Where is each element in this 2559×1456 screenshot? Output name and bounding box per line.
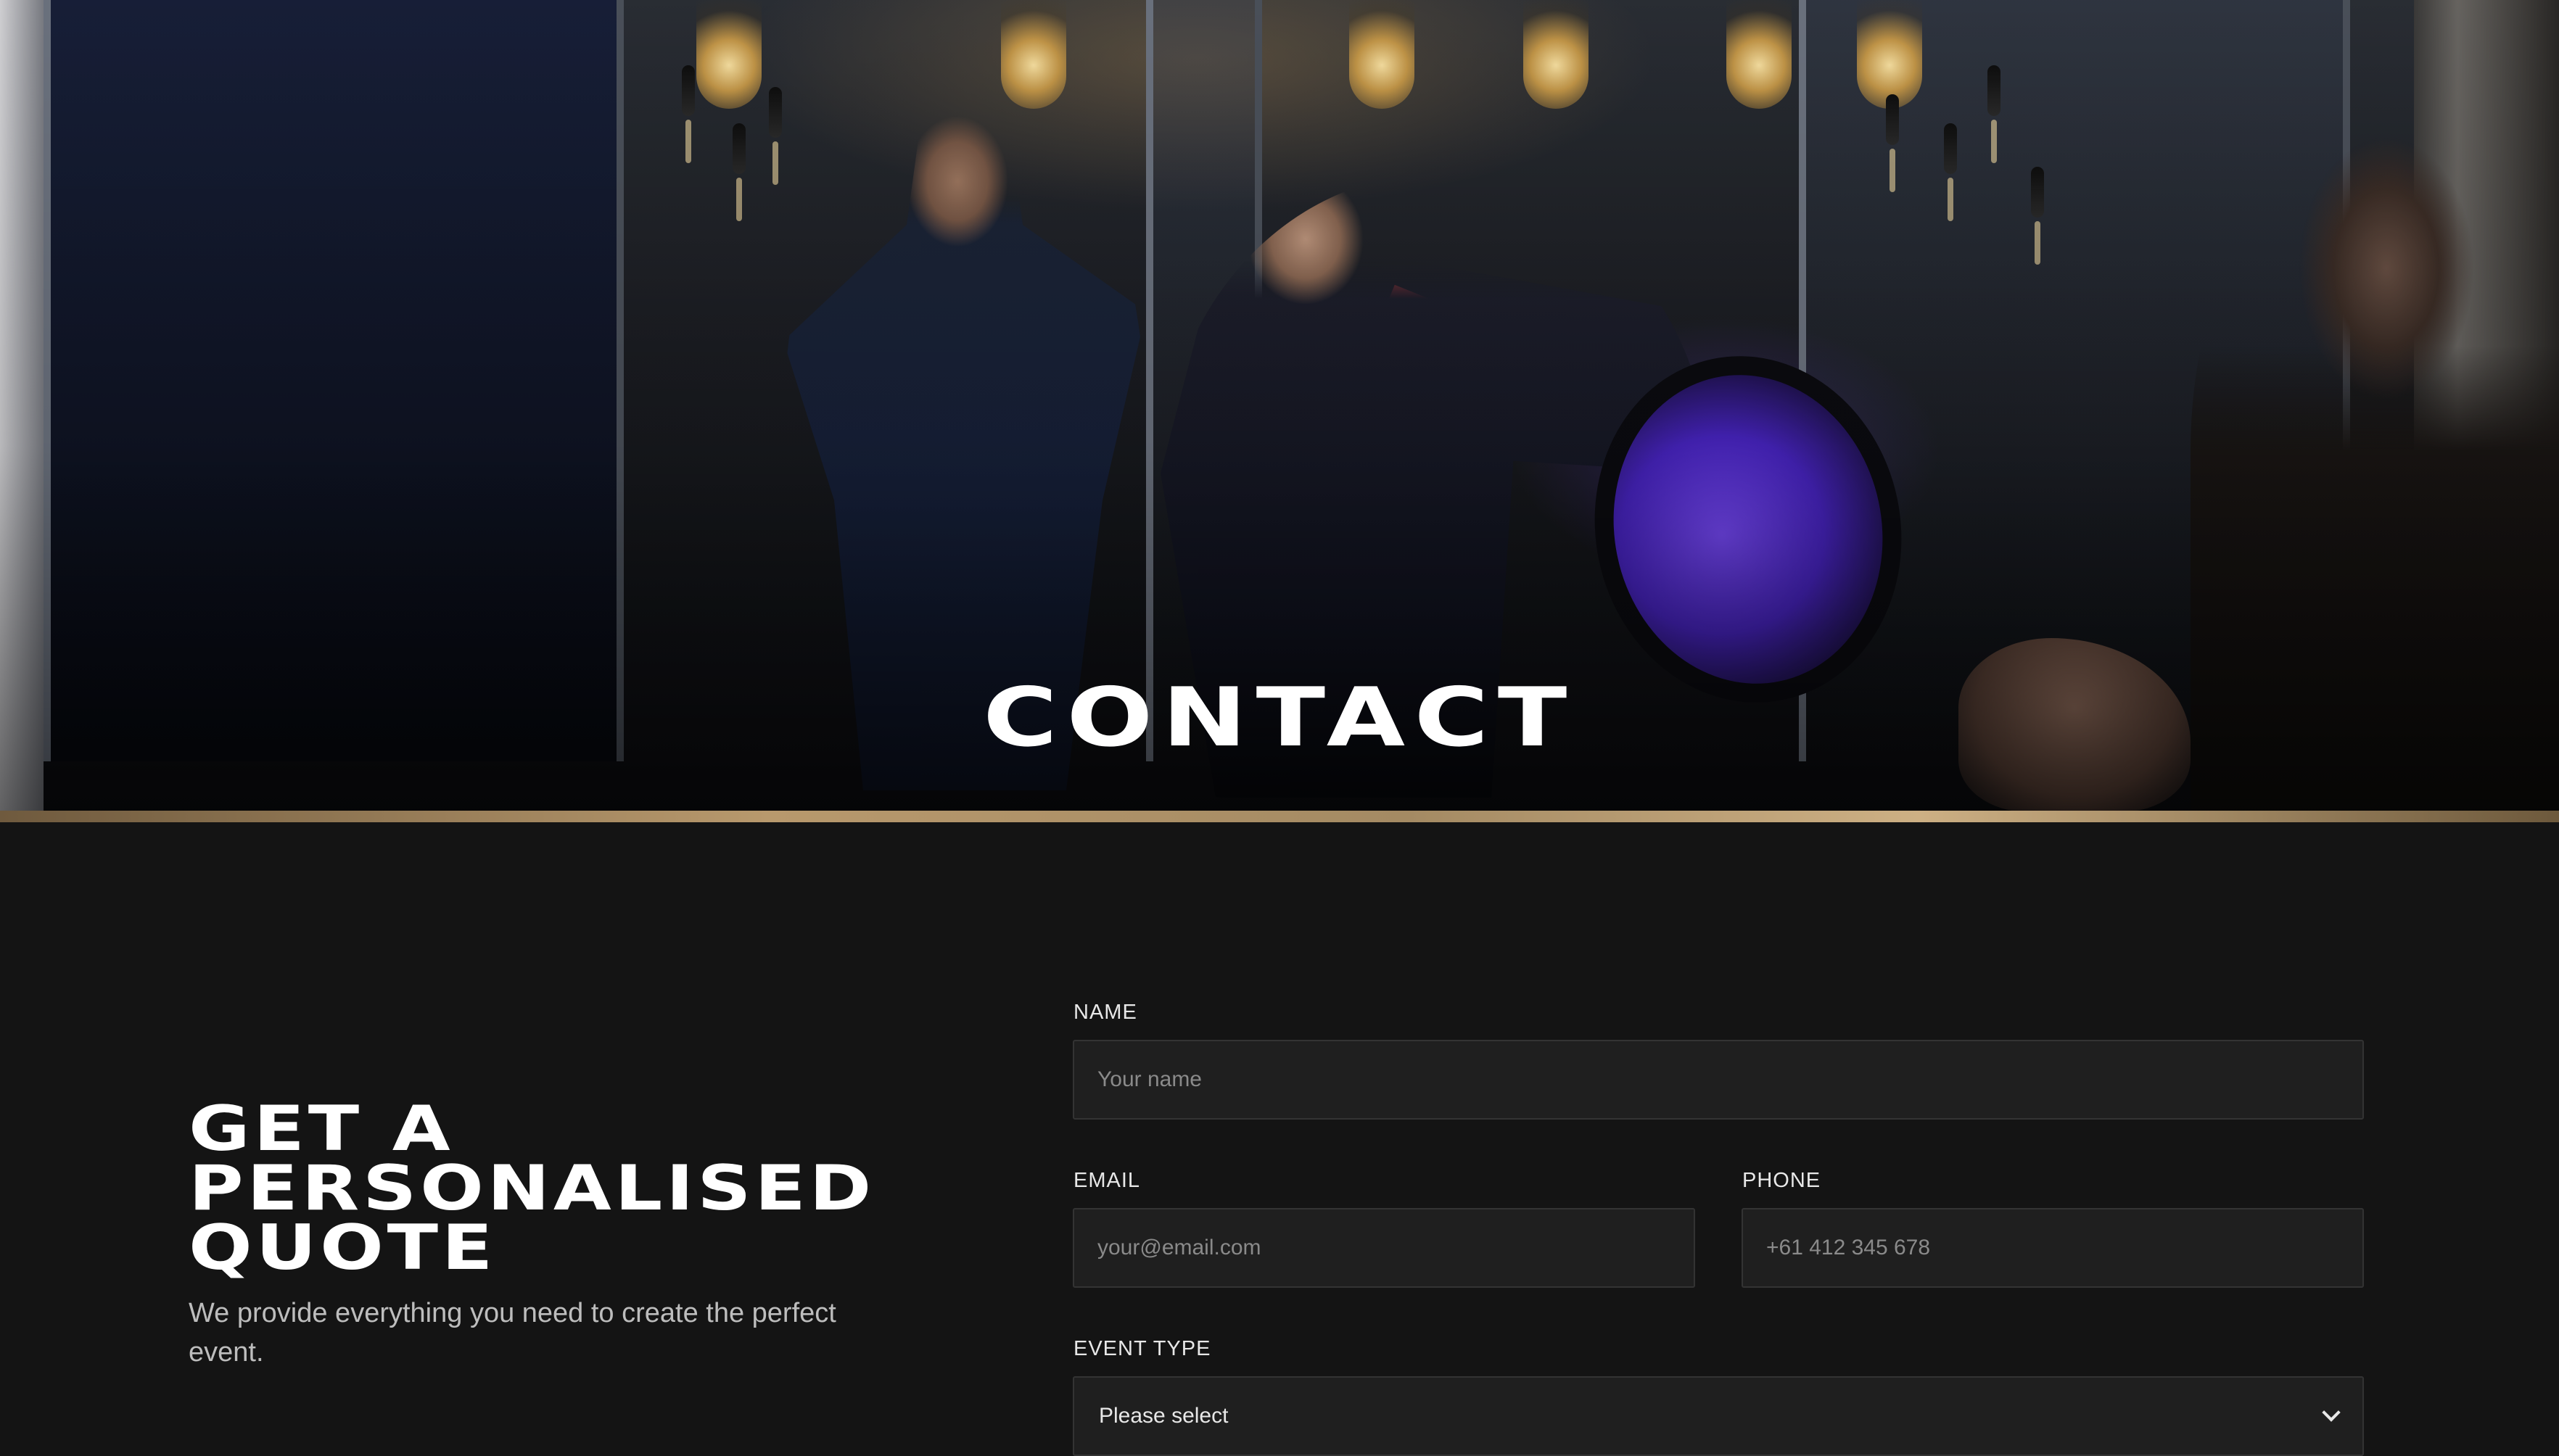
phone-label: PHONE (1742, 1169, 1821, 1192)
quote-heading: GET A PERSONALISED QUOTE (189, 1098, 1059, 1279)
email-label: EMAIL (1074, 1169, 1141, 1192)
name-input[interactable] (1073, 1040, 2364, 1120)
quote-heading-line: QUOTE (189, 1212, 497, 1284)
event-type-select[interactable]: Please select (1073, 1376, 2364, 1456)
gold-divider (0, 811, 2559, 822)
quote-section: GET A PERSONALISED QUOTE We provide ever… (0, 822, 2559, 1456)
chevron-down-icon (2322, 1403, 2341, 1422)
page-title: CONTACT (983, 671, 1576, 765)
event-type-selected-value: Please select (1099, 1404, 1229, 1428)
phone-input[interactable] (1742, 1208, 2364, 1288)
event-type-label: EVENT TYPE (1074, 1337, 1211, 1360)
name-label: NAME (1074, 1001, 1137, 1024)
hero-banner: CONTACT (0, 0, 2559, 811)
quote-subtitle: We provide everything you need to create… (189, 1298, 836, 1368)
email-input[interactable] (1073, 1208, 1695, 1288)
